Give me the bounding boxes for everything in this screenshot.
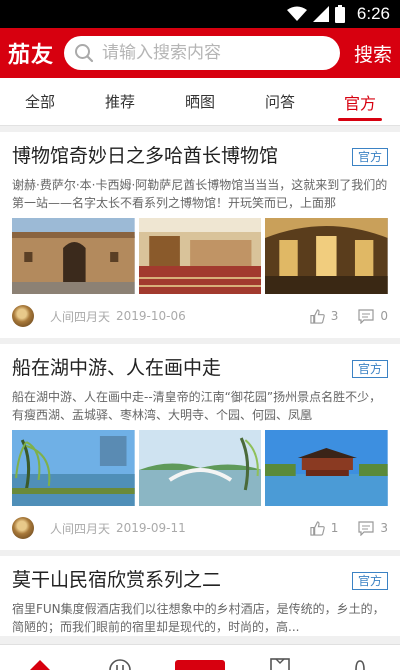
like-count: 1: [330, 521, 339, 535]
article-card[interactable]: 船在湖中游、人在画中走 官方 船在湖中游、人在画中走--清皇帝的江南“御花园”扬…: [0, 344, 400, 550]
like-icon[interactable]: [310, 520, 325, 536]
message-icon: [270, 658, 290, 670]
article-thumbnails: [12, 430, 389, 506]
battery-icon: [334, 5, 345, 23]
home-icon: [30, 660, 50, 670]
official-badge: 官方: [351, 148, 388, 166]
status-bar: 6:26: [0, 0, 400, 28]
article-image[interactable]: [12, 430, 135, 506]
article-meta: 人间四月天 2019-09-11 1 3: [12, 506, 388, 550]
comment-count: 0: [380, 309, 388, 323]
author-name[interactable]: 人间四月天: [50, 308, 110, 325]
article-image[interactable]: [265, 430, 389, 506]
article-excerpt: 谢赫·费萨尔·本·卡西姆·阿勒萨尼酋长博物馆当当当，这就来到了我们的第一站——名…: [12, 178, 388, 210]
article-title[interactable]: 博物馆奇妙日之多哈酋长博物馆: [12, 142, 278, 170]
tab-qa[interactable]: 问答: [240, 78, 320, 125]
tab-photos[interactable]: 晒图: [160, 78, 240, 125]
like-icon[interactable]: [310, 308, 325, 324]
wifi-icon: [286, 6, 307, 21]
article-image[interactable]: [265, 218, 389, 294]
search-icon: [75, 44, 94, 63]
article-thumbnails: [12, 218, 389, 294]
article-image[interactable]: [138, 218, 262, 294]
article-card[interactable]: 博物馆奇妙日之多哈酋长博物馆 官方 谢赫·费萨尔·本·卡西姆·阿勒萨尼酋长博物馆…: [0, 132, 400, 338]
tab-recommended[interactable]: 推荐: [80, 78, 160, 125]
author-name[interactable]: 人间四月天: [50, 520, 110, 537]
article-excerpt: 宿里FUN集度假酒店我们以往想象中的乡村酒店，是传统的，乡土的，简陋的；而我们眼…: [12, 602, 385, 634]
user-icon: [355, 660, 365, 670]
search-box[interactable]: [64, 36, 340, 70]
nav-profile[interactable]: [335, 648, 385, 670]
compass-icon: [109, 659, 131, 670]
category-tabs: 全部 推荐 晒图 问答 官方: [0, 78, 400, 126]
comment-count: 3: [380, 521, 388, 535]
avatar[interactable]: [12, 517, 34, 539]
comment-icon[interactable]: [358, 520, 374, 536]
publish-date: 2019-09-11: [116, 521, 186, 535]
tab-official[interactable]: 官方: [320, 78, 400, 125]
app-logo[interactable]: 茄友: [8, 37, 64, 69]
article-title[interactable]: 莫干山民宿欣赏系列之二: [12, 566, 221, 594]
nav-publish[interactable]: [175, 648, 225, 670]
nav-discover[interactable]: [95, 648, 145, 670]
comment-icon[interactable]: [358, 308, 374, 324]
app-bar: 茄友 搜索: [0, 28, 400, 78]
article-title[interactable]: 船在湖中游、人在画中走: [12, 354, 221, 382]
article-image[interactable]: [138, 430, 262, 506]
article-card[interactable]: 莫干山民宿欣赏系列之二 官方 宿里FUN集度假酒店我们以往想象中的乡村酒店，是传…: [0, 556, 400, 636]
article-feed[interactable]: 博物馆奇妙日之多哈酋长博物馆 官方 谢赫·费萨尔·本·卡西姆·阿勒萨尼酋长博物馆…: [0, 126, 400, 644]
official-badge: 官方: [351, 360, 388, 378]
publish-date: 2019-10-06: [116, 309, 186, 323]
nav-home[interactable]: [15, 648, 65, 670]
article-excerpt: 船在湖中游、人在画中走--清皇帝的江南“御花园”扬州景点名胜不少，有瘦西湖、盂城…: [12, 390, 382, 422]
avatar[interactable]: [12, 305, 34, 327]
signal-icon: [312, 6, 329, 22]
bottom-nav: [0, 644, 400, 670]
tab-all[interactable]: 全部: [0, 78, 80, 125]
search-input[interactable]: [102, 43, 330, 63]
nav-messages[interactable]: [255, 648, 305, 670]
like-count: 3: [330, 309, 339, 323]
publish-button[interactable]: [175, 660, 225, 670]
clock: 6:26: [356, 4, 390, 23]
article-image[interactable]: [12, 218, 135, 294]
search-button[interactable]: 搜索: [340, 40, 392, 67]
article-meta: 人间四月天 2019-10-06 3 0: [12, 294, 388, 338]
official-badge: 官方: [351, 572, 388, 590]
